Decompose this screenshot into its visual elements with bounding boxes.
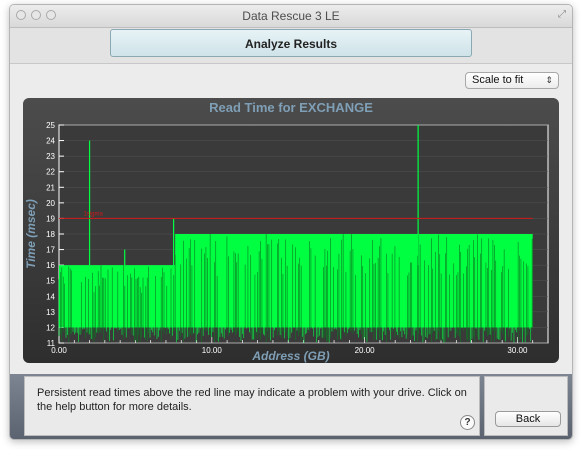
y-tick-label: 16 [46,261,55,270]
up-down-chevron-icon: ⇕ [545,75,553,85]
help-button[interactable]: ? [460,415,475,430]
y-tick-label: 20 [46,199,55,208]
scale-select[interactable]: Scale to fit ⇕ [465,72,559,89]
message-text: Persistent read times above the red line… [37,387,467,413]
y-tick-label: 14 [46,292,55,301]
x-tick-label: 30.00 [507,346,528,355]
y-tick-label: 22 [46,168,55,177]
x-tick-label: 10.00 [202,346,223,355]
y-tick-label: 19 [46,214,55,223]
window-title: Data Rescue 3 LE [242,9,340,23]
y-tick-label: 17 [46,246,55,255]
y-tick-label: 24 [46,137,55,146]
x-tick-label: 0.00 [51,346,67,355]
y-tick-label: 25 [46,121,55,130]
threshold-label: 1sigma [83,211,103,217]
y-tick-label: 18 [46,230,55,239]
y-tick-label: 21 [46,183,55,192]
x-tick-label: 20.00 [355,346,376,355]
y-tick-label: 15 [46,277,55,286]
chart-panel: Read Time for EXCHANGE 11 12 13 14 15 16 17 18 1… [23,98,559,363]
fullscreen-icon[interactable]: ⤢ [558,9,566,20]
y-tick-label: 23 [46,152,55,161]
header: Analyze Results [10,28,572,64]
y-axis-ticks: 111213141516171819202122232425 [46,121,55,348]
y-axis-label: Time (msec) [24,199,38,269]
back-button[interactable]: Back [495,411,561,427]
page-banner: Analyze Results [110,29,472,57]
chart-title: Read Time for EXCHANGE [209,100,373,115]
back-area: Back [484,376,568,436]
title-bar: Data Rescue 3 LE ⤢ [10,5,572,28]
x-axis-label: Address (GB) [251,349,329,363]
read-time-chart: Read Time for EXCHANGE 11121314151617181… [24,100,549,363]
series-band [59,265,176,328]
scale-select-value: Scale to fit [472,74,524,86]
y-tick-label: 12 [46,323,55,332]
app-window: Data Rescue 3 LE ⤢ Analyze Results Scale… [9,4,573,440]
message-box: Persistent read times above the red line… [24,376,480,436]
footer: Persistent read times above the red line… [10,374,572,439]
y-tick-label: 13 [46,308,55,317]
